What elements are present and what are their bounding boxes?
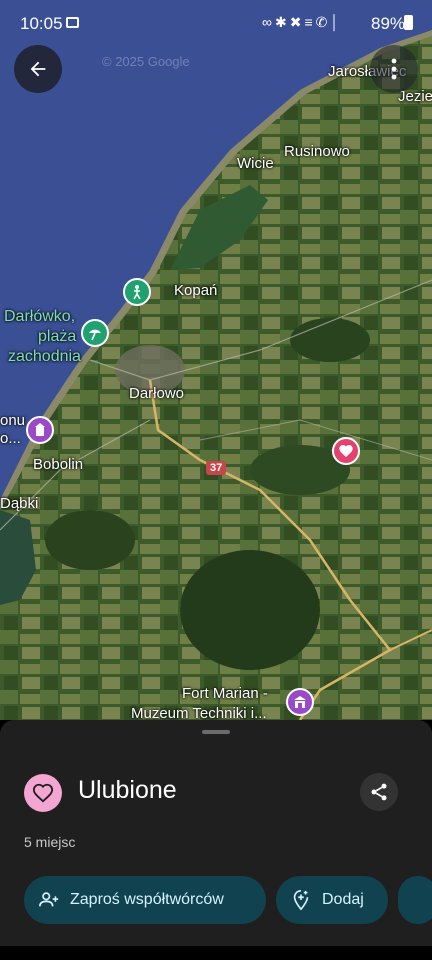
map-label-dabki[interactable]: Dąbki [0,495,38,512]
label-line: plaża [38,328,77,345]
arrow-back-icon [30,61,46,77]
map-label-darlowko-beach[interactable]: Darłówko, plaża zachodnia [4,307,81,367]
more-options-button[interactable] [370,45,418,93]
battery-percent: 89% [371,14,406,33]
more-vert-icon [391,58,397,80]
share-icon [371,783,387,801]
share-button[interactable] [360,773,398,811]
label-line: zachodnia [8,348,81,365]
map-label-wicie[interactable]: Wicie [237,155,274,172]
label-line: Darłówko, [4,308,76,325]
map-view[interactable]: © 2025 Google Jarosławiec Jezie Wicie Ru… [0,0,432,720]
list-bottom-sheet[interactable]: Ulubione 5 miejsc Zaproś współtwórców Do… [0,720,432,960]
landmark-pin-icon[interactable] [26,416,54,444]
add-location-icon [293,890,309,911]
label-line: Fort Marian - [182,685,268,702]
map-label-fort-marian[interactable]: Fort Marian - [182,685,268,702]
gallery-notification-icon [66,17,79,28]
invite-collaborators-button[interactable]: Zaproś współtwórców [24,876,266,924]
map-label-kopan[interactable]: Kopań [174,282,217,299]
invite-label: Zaproś współtwórców [70,891,224,908]
map-label-fort-marian-line2[interactable]: Muzeum Techniki i... [131,705,267,720]
add-place-button[interactable]: Dodaj [276,876,388,924]
map-label-rusinowo[interactable]: Rusinowo [284,143,350,160]
heart-list-icon [24,774,62,812]
favorite-heart-pin-icon[interactable] [332,437,360,465]
beach-pin-icon[interactable] [81,319,109,347]
list-title: Ulubione [78,776,177,804]
map-label-partial-poi[interactable]: onu o... [0,412,25,448]
battery-icon [404,15,413,30]
label-line: onu [0,412,26,429]
status-time: 10:05 [20,14,63,33]
label-line: o... [0,430,21,447]
back-button[interactable] [14,45,62,93]
more-chip-button[interactable] [398,876,432,924]
system-nav-bar [0,946,432,960]
status-bar: 10:05 ∞✱✖≡✆│ 89% [0,0,432,48]
status-icons: ∞✱✖≡✆│ [262,14,343,30]
map-label-darlowo[interactable]: Darłowo [129,385,184,402]
place-count: 5 miejsc [24,834,76,850]
hiking-pin-icon[interactable] [123,278,151,306]
map-copyright: © 2025 Google [102,54,190,69]
add-label: Dodaj [322,891,364,908]
road-badge-37: 37 [206,461,227,475]
museum-pin-icon[interactable] [286,688,314,716]
sheet-drag-handle[interactable] [202,730,230,734]
person-add-icon [39,892,59,907]
map-label-bobolin[interactable]: Bobolin [33,456,83,473]
